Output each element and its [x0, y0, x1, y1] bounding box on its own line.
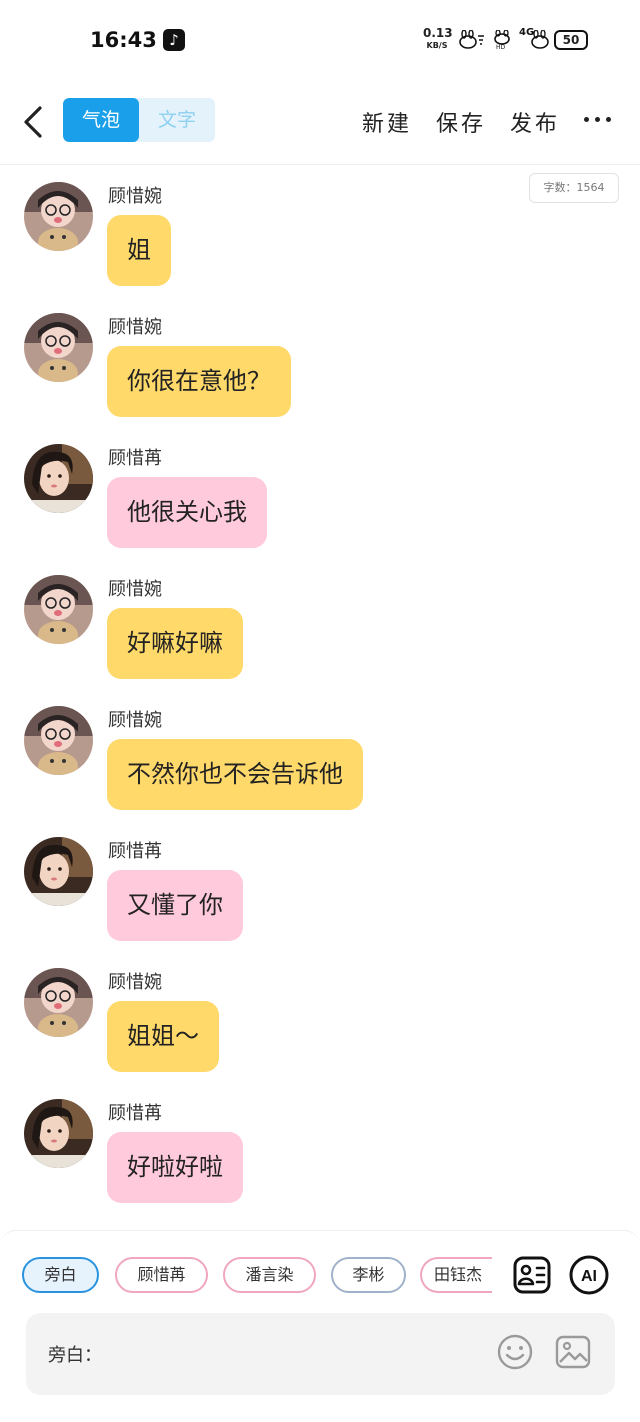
message-bubble[interactable]: 姐姐～	[107, 1001, 219, 1072]
message-bubble[interactable]: 好啦好啦	[107, 1132, 243, 1203]
avatar[interactable]	[24, 444, 93, 513]
signal-icon	[528, 29, 550, 54]
avatar[interactable]	[24, 182, 93, 251]
status-bar: 16:43 ♪ 0.13 KB/S HD 4G 50	[0, 0, 640, 80]
character-chip[interactable]: 李彬	[331, 1257, 406, 1293]
chevron-left-icon	[24, 106, 42, 138]
avatar-wan-image	[24, 968, 93, 1037]
word-count-badge: 字数：1564	[529, 173, 619, 203]
sender-name: 顾惜苒	[108, 841, 162, 862]
network-speed-value: 0.13	[423, 26, 453, 40]
network-speed-unit: KB/S	[426, 41, 448, 50]
more-options-button[interactable]	[584, 114, 614, 126]
character-chip[interactable]: 顾惜苒	[115, 1257, 208, 1293]
sender-name: 顾惜婉	[108, 972, 162, 993]
more-dot-icon	[606, 117, 611, 122]
svg-text:HD: HD	[496, 44, 506, 50]
publish-button[interactable]: 发布	[510, 106, 560, 138]
more-dot-icon	[584, 117, 589, 122]
avatar-wan-image	[24, 575, 93, 644]
smiley-icon	[497, 1334, 533, 1370]
contact-card-icon	[513, 1256, 551, 1294]
battery-indicator: 50	[554, 30, 588, 50]
network-speed: 0.13 KB/S	[423, 26, 453, 51]
sender-name: 顾惜苒	[108, 1103, 162, 1124]
bottom-panel: 旁白 顾惜苒 潘言染 李彬 田钰杰 AI 旁白：	[0, 1230, 640, 1422]
avatar[interactable]	[24, 313, 93, 382]
image-button[interactable]	[554, 1333, 592, 1371]
avatar[interactable]	[24, 575, 93, 644]
tab-text[interactable]: 文字	[139, 98, 215, 142]
more-dot-icon	[595, 117, 600, 122]
avatar-ran-image	[24, 1099, 93, 1168]
input-speaker-prefix: 旁白：	[48, 1345, 102, 1366]
status-time: 16:43	[90, 28, 157, 52]
message-input[interactable]: 旁白：	[26, 1313, 615, 1395]
save-button[interactable]: 保存	[436, 106, 486, 138]
avatar-wan-image	[24, 182, 93, 251]
avatar-ran-image	[24, 444, 93, 513]
svg-text:AI: AI	[581, 1268, 597, 1285]
ai-icon: AI	[569, 1255, 609, 1295]
avatar[interactable]	[24, 1099, 93, 1168]
back-button[interactable]	[18, 102, 48, 142]
message-bubble[interactable]: 又懂了你	[107, 870, 243, 941]
avatar-ran-image	[24, 837, 93, 906]
new-button[interactable]: 新建	[362, 106, 412, 138]
avatar[interactable]	[24, 837, 93, 906]
sender-name: 顾惜婉	[108, 710, 162, 731]
image-icon	[555, 1335, 591, 1369]
emoji-button[interactable]	[496, 1333, 534, 1371]
message-bubble[interactable]: 不然你也不会告诉他	[107, 739, 363, 810]
avatar[interactable]	[24, 706, 93, 775]
sender-name: 顾惜婉	[108, 186, 162, 207]
avatar-wan-image	[24, 706, 93, 775]
hd-icon: HD	[492, 29, 512, 54]
avatar-wan-image	[24, 313, 93, 382]
message-bubble[interactable]: 你很在意他？	[107, 346, 291, 417]
tab-bubble[interactable]: 气泡	[63, 98, 139, 142]
character-chip[interactable]: 潘言染	[223, 1257, 316, 1293]
tiktok-icon: ♪	[163, 29, 185, 51]
message-bubble[interactable]: 好嘛好嘛	[107, 608, 243, 679]
sender-name: 顾惜婉	[108, 579, 162, 600]
character-chip-narrator[interactable]: 旁白	[22, 1257, 99, 1293]
sender-name: 顾惜婉	[108, 317, 162, 338]
bunny-wifi-icon	[458, 29, 486, 54]
message-bubble[interactable]: 姐	[107, 215, 171, 286]
message-bubble[interactable]: 他很关心我	[107, 477, 267, 548]
mode-switch: 气泡 文字	[63, 98, 215, 142]
sender-name: 顾惜苒	[108, 448, 162, 469]
avatar[interactable]	[24, 968, 93, 1037]
character-chip[interactable]: 田钰杰	[420, 1257, 492, 1293]
app-header: 气泡 文字 新建 保存 发布	[0, 80, 640, 165]
ai-button[interactable]: AI	[569, 1255, 609, 1295]
character-manage-button[interactable]	[512, 1255, 552, 1295]
